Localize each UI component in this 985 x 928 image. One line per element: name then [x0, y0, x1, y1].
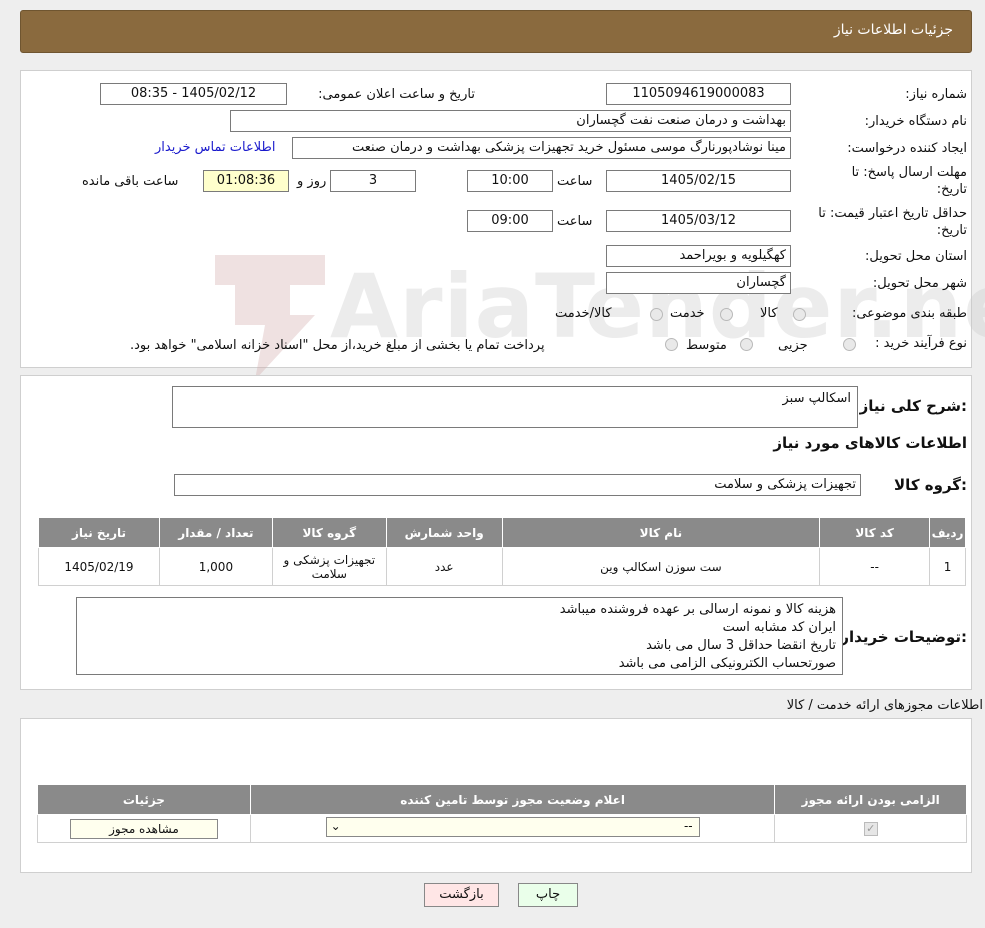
goods-table-header: ردیف کد کالا نام کالا واحد شمارش گروه کا…: [38, 517, 966, 548]
creator-label: ایجاد کننده درخواست:: [847, 141, 967, 156]
goods-table: ردیف کد کالا نام کالا واحد شمارش گروه کا…: [38, 517, 966, 586]
category-option-goods: کالا: [760, 306, 778, 321]
page-title: جزئیات اطلاعات نیاز: [833, 22, 953, 38]
category-label: طبقه بندی موضوعی:: [851, 306, 967, 321]
category-option-service: خدمت: [670, 306, 705, 321]
chevron-down-icon: ⌄: [330, 819, 341, 833]
buyer-note-line: ایران کد مشابه است: [722, 620, 836, 635]
cell-date: 1405/02/19: [38, 547, 160, 586]
need-number-field[interactable]: 1105094619000083: [606, 83, 791, 105]
view-permit-button[interactable]: مشاهده مجوز: [69, 818, 218, 839]
process-radio-minor[interactable]: [843, 338, 856, 351]
validity-date-field[interactable]: 1405/03/12: [606, 210, 791, 232]
col-row: ردیف: [929, 517, 966, 548]
goods-group-label: گروه کالا:: [894, 476, 967, 494]
deadline-time-field[interactable]: 10:00: [467, 170, 553, 192]
table-row: ✓ ⌄ -- مشاهده مجوز: [37, 814, 967, 843]
buyer-org-field[interactable]: بهداشت و درمان صنعت نفت گچساران: [230, 110, 791, 132]
col-name: نام کالا: [501, 517, 821, 548]
deadline-date-field[interactable]: 1405/02/15: [606, 170, 791, 192]
province-label: استان محل تحویل:: [865, 249, 967, 264]
process-label: نوع فرآیند خرید :: [875, 336, 967, 351]
validity-time-field[interactable]: 09:00: [467, 210, 553, 232]
cell-name: ست سوزن اسکالپ وین: [501, 547, 821, 586]
col-date: تاریخ نیاز: [38, 517, 160, 548]
city-label: شهر محل تحویل:: [872, 276, 967, 291]
col-unit: واحد شمارش: [385, 517, 503, 548]
buyer-notes-field[interactable]: هزینه کالا و نمونه ارسالی بر عهده فروشند…: [76, 597, 843, 675]
permit-status-select[interactable]: ⌄ --: [325, 817, 700, 837]
process-option-medium: متوسط: [686, 338, 727, 353]
cell-unit: عدد: [385, 547, 503, 586]
validity-label: حداقل تاریخ اعتبار قیمت: تا: [818, 206, 967, 221]
buyer-contact-link[interactable]: اطلاعات تماس خریدار: [155, 140, 275, 155]
permit-required-cell: ✓: [774, 814, 967, 843]
need-desc-label: شرح کلی نیاز:: [859, 397, 967, 415]
permit-status-value: --: [683, 819, 693, 833]
days-label: روز و: [297, 174, 327, 189]
days-field[interactable]: 3: [330, 170, 416, 192]
print-button[interactable]: چاپ: [518, 883, 578, 907]
remaining-label: ساعت باقی مانده: [82, 174, 179, 189]
permits-table-header: الزامی بودن ارائه مجوز اعلام وضعیت مجوز …: [37, 784, 967, 815]
announce-label: تاریخ و ساعت اعلان عمومی:: [318, 87, 475, 102]
buyer-note-line: تاریخ انقضا حداقل 3 سال می باشد: [646, 638, 836, 653]
deadline-label: مهلت ارسال پاسخ: تا: [851, 165, 967, 180]
cell-qty: 1,000: [158, 547, 273, 586]
col-permit-status: اعلام وضعیت مجوز توسط تامین کننده: [249, 784, 776, 815]
need-number-label: شماره نیاز:: [905, 87, 967, 102]
process-radio-medium[interactable]: [740, 338, 753, 351]
validity-time-label: ساعت: [557, 214, 593, 229]
col-code: کد کالا: [819, 517, 931, 548]
goods-group-field[interactable]: تجهیزات پزشکی و سلامت: [174, 474, 861, 496]
col-permit-required: الزامی بودن ارائه مجوز: [774, 784, 967, 815]
col-permit-details: جزئیات: [37, 784, 251, 815]
creator-field[interactable]: مینا نوشادپورنارگ موسی مسئول خرید تجهیزا…: [292, 137, 791, 159]
permits-table: الزامی بودن ارائه مجوز اعلام وضعیت مجوز …: [37, 784, 967, 843]
category-option-both: کالا/خدمت: [555, 306, 612, 321]
col-qty: تعداد / مقدار: [158, 517, 273, 548]
page-header: جزئیات اطلاعات نیاز: [20, 10, 972, 53]
category-radio-both[interactable]: [650, 308, 663, 321]
deadline-time-label: ساعت: [557, 174, 593, 189]
permit-required-checkbox[interactable]: ✓: [863, 822, 878, 836]
permits-title: اطلاعات مجوزهای ارائه خدمت / کالا: [786, 698, 983, 713]
permit-status-cell: ⌄ --: [249, 814, 776, 843]
city-field[interactable]: گچساران: [606, 272, 791, 294]
buyer-note-line: صورتحساب الکترونیکی الزامی می باشد: [618, 656, 836, 671]
province-field[interactable]: کهگیلویه و بویراحمد: [606, 245, 791, 267]
category-radio-goods[interactable]: [793, 308, 806, 321]
permit-details-cell: مشاهده مجوز: [37, 814, 251, 843]
back-button[interactable]: بازگشت: [424, 883, 499, 907]
buyer-note-line: هزینه کالا و نمونه ارسالی بر عهده فروشند…: [559, 602, 836, 617]
goods-info-title: اطلاعات کالاهای مورد نیاز: [773, 434, 967, 452]
cell-group: تجهیزات پزشکی و سلامت: [271, 547, 387, 586]
cell-row: 1: [929, 547, 966, 586]
need-desc-field[interactable]: اسکالپ سبز: [172, 386, 858, 428]
buyer-notes-label: توضیحات خریدار:: [840, 628, 967, 646]
deadline-label-2: تاریخ:: [936, 182, 967, 197]
treasury-checkbox[interactable]: [665, 338, 678, 351]
announce-field[interactable]: 1405/02/12 - 08:35: [100, 83, 287, 105]
category-radio-service[interactable]: [720, 308, 733, 321]
watermark-logo: [195, 245, 345, 385]
buyer-org-label: نام دستگاه خریدار:: [864, 114, 967, 129]
col-group: گروه کالا: [271, 517, 387, 548]
need-desc-value: اسکالپ سبز: [782, 391, 852, 406]
table-row: 1 -- ست سوزن اسکالپ وین عدد تجهیزات پزشک…: [38, 547, 966, 586]
process-option-minor: جزیی: [778, 338, 808, 353]
cell-code: --: [819, 547, 931, 586]
treasury-note: پرداخت تمام یا بخشی از مبلغ خرید،از محل …: [130, 338, 545, 353]
remaining-time-field: 01:08:36: [203, 170, 289, 192]
validity-label-2: تاریخ:: [936, 223, 967, 238]
